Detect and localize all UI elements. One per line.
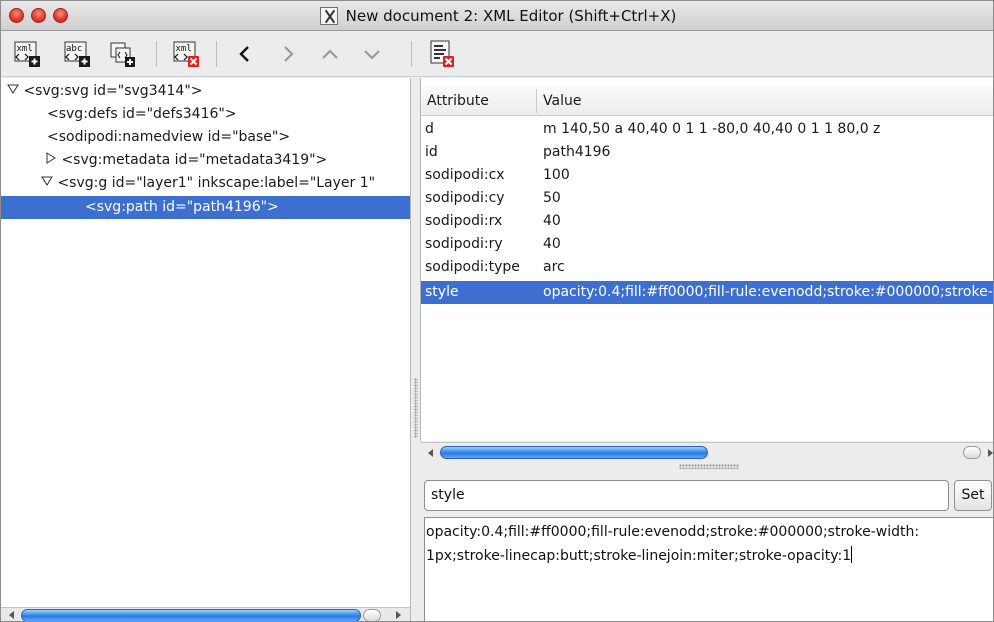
tree-node-label: <svg:svg id="svg3414"> [23, 83, 203, 99]
new-element-node-button[interactable]: xml [14, 39, 42, 69]
attribute-name: sodipodi:type [425, 259, 520, 275]
delete-attribute-button[interactable] [429, 39, 457, 69]
column-header-attribute[interactable]: Attribute [427, 86, 489, 116]
scroll-thumb[interactable] [440, 446, 708, 459]
attribute-name: sodipodi:cx [425, 167, 505, 183]
node-tree-panel[interactable]: <svg:svg id="svg3414"> <svg:defs id="def… [1, 78, 411, 621]
attribute-row[interactable]: sodipodi:type arc [421, 256, 993, 279]
attributes-horizontal-scrollbar[interactable] [420, 442, 994, 463]
raise-node-button[interactable] [319, 42, 341, 66]
attribute-name: sodipodi:ry [425, 236, 503, 252]
scroll-right-arrow-icon[interactable] [985, 448, 994, 458]
attribute-name: style [425, 284, 459, 300]
column-divider[interactable] [536, 89, 537, 113]
tree-node-label: <sodipodi:namedview id="base"> [47, 129, 291, 145]
attribute-value-text: opacity:0.4;fill:#ff0000;fill-rule:eveno… [426, 524, 920, 564]
column-header-value[interactable]: Value [543, 86, 581, 116]
attribute-value: 50 [543, 190, 561, 206]
attributes-panel[interactable]: Attribute Value d m 140,50 a 40,40 0 1 1… [420, 78, 993, 441]
tree-node-namedview[interactable]: <sodipodi:namedview id="base"> [47, 126, 290, 149]
attribute-value: opacity:0.4;fill:#ff0000;fill-rule:eveno… [543, 284, 993, 300]
attribute-name: id [425, 144, 438, 160]
toolbar-separator [216, 41, 217, 67]
tree-node-svg-root[interactable]: <svg:svg id="svg3414"> [7, 80, 203, 103]
window-title: New document 2: XML Editor (Shift+Ctrl+X… [345, 7, 677, 25]
tree-node-metadata[interactable]: <svg:metadata id="metadata3419"> [45, 149, 327, 172]
attribute-name: sodipodi:cy [425, 190, 505, 206]
indent-icon [284, 46, 294, 62]
toolbar: xml abc xml [1, 32, 993, 77]
collapsed-triangle-icon[interactable] [45, 149, 57, 164]
tree-node-defs[interactable]: <svg:defs id="defs3416"> [47, 103, 237, 126]
attribute-value: 40 [543, 213, 561, 229]
attribute-value-textarea[interactable]: opacity:0.4;fill:#ff0000;fill-rule:eveno… [424, 517, 993, 621]
delete-node-text: xml [176, 44, 192, 54]
expanded-triangle-icon[interactable] [41, 172, 53, 186]
new-text-node-button[interactable]: abc [64, 39, 92, 69]
attribute-name: sodipodi:rx [425, 213, 503, 229]
attribute-value: 40 [543, 236, 561, 252]
scroll-track-end [963, 446, 981, 459]
tree-horizontal-scrollbar[interactable] [1, 607, 410, 621]
attribute-row[interactable]: id path4196 [421, 141, 993, 164]
duplicate-node-icon [110, 42, 135, 67]
attribute-row[interactable]: sodipodi:cx 100 [421, 164, 993, 187]
raise-node-icon [322, 49, 338, 59]
splitter-grip-icon[interactable] [414, 378, 418, 438]
toolbar-separator [411, 41, 412, 67]
scroll-track-end [363, 609, 381, 621]
lower-node-button[interactable] [361, 42, 383, 66]
xml-editor-window: New document 2: XML Editor (Shift+Ctrl+X… [0, 0, 994, 622]
scroll-right-arrow-icon[interactable] [393, 610, 403, 620]
tree-node-layer1[interactable]: <svg:g id="layer1" inkscape:label="Layer… [41, 172, 375, 195]
scroll-left-arrow-icon[interactable] [426, 448, 436, 458]
attribute-row[interactable]: sodipodi:rx 40 [421, 210, 993, 233]
tree-node-label: <svg:metadata id="metadata3419"> [61, 152, 328, 168]
new-element-node-icon: xml [14, 41, 40, 67]
scroll-left-arrow-icon[interactable] [7, 610, 17, 620]
attribute-value: path4196 [543, 144, 611, 160]
scroll-thumb[interactable] [21, 609, 361, 621]
new-element-node-text: xml [17, 44, 33, 54]
delete-attribute-icon [430, 40, 454, 67]
attribute-row[interactable]: sodipodi:cy 50 [421, 187, 993, 210]
delete-node-button[interactable]: xml [173, 39, 201, 69]
attribute-name-input[interactable]: style [424, 480, 949, 511]
new-text-node-icon: abc [64, 41, 90, 67]
splitter-grip-icon[interactable] [679, 464, 739, 469]
attribute-row-selected[interactable]: style opacity:0.4;fill:#ff0000;fill-rule… [421, 281, 993, 304]
attribute-value: 100 [543, 167, 570, 183]
tree-node-label: <svg:defs id="defs3416"> [47, 106, 237, 122]
x11-app-icon [319, 7, 338, 25]
tree-node-label: <svg:g id="layer1" inkscape:label="Layer… [57, 175, 376, 191]
attributes-header: Attribute Value [421, 86, 993, 116]
title-bar: New document 2: XML Editor (Shift+Ctrl+X… [1, 1, 993, 31]
indent-button[interactable] [277, 42, 299, 66]
attribute-row[interactable]: sodipodi:ry 40 [421, 233, 993, 256]
attribute-name: d [425, 121, 434, 137]
toolbar-separator [156, 41, 157, 67]
attribute-value: arc [543, 259, 565, 275]
unindent-icon [239, 46, 249, 62]
delete-node-icon: xml [173, 41, 199, 67]
attribute-value: m 140,50 a 40,40 0 1 1 -80,0 40,40 0 1 1… [543, 121, 881, 137]
duplicate-node-button[interactable] [109, 39, 137, 69]
pane-splitter[interactable] [412, 78, 420, 621]
tree-node-path-selected[interactable]: <svg:path id="path4196"> [1, 196, 410, 219]
title-wrap: New document 2: XML Editor (Shift+Ctrl+X… [1, 1, 993, 31]
new-text-node-text: abc [66, 44, 82, 54]
attribute-row[interactable]: d m 140,50 a 40,40 0 1 1 -80,0 40,40 0 1… [421, 118, 993, 141]
tree-node-label: <svg:path id="path4196"> [85, 199, 279, 215]
text-caret [851, 546, 853, 563]
set-attribute-button[interactable]: Set [954, 480, 992, 511]
unindent-button[interactable] [234, 42, 256, 66]
lower-node-icon [364, 50, 380, 60]
expanded-triangle-icon[interactable] [7, 80, 19, 94]
